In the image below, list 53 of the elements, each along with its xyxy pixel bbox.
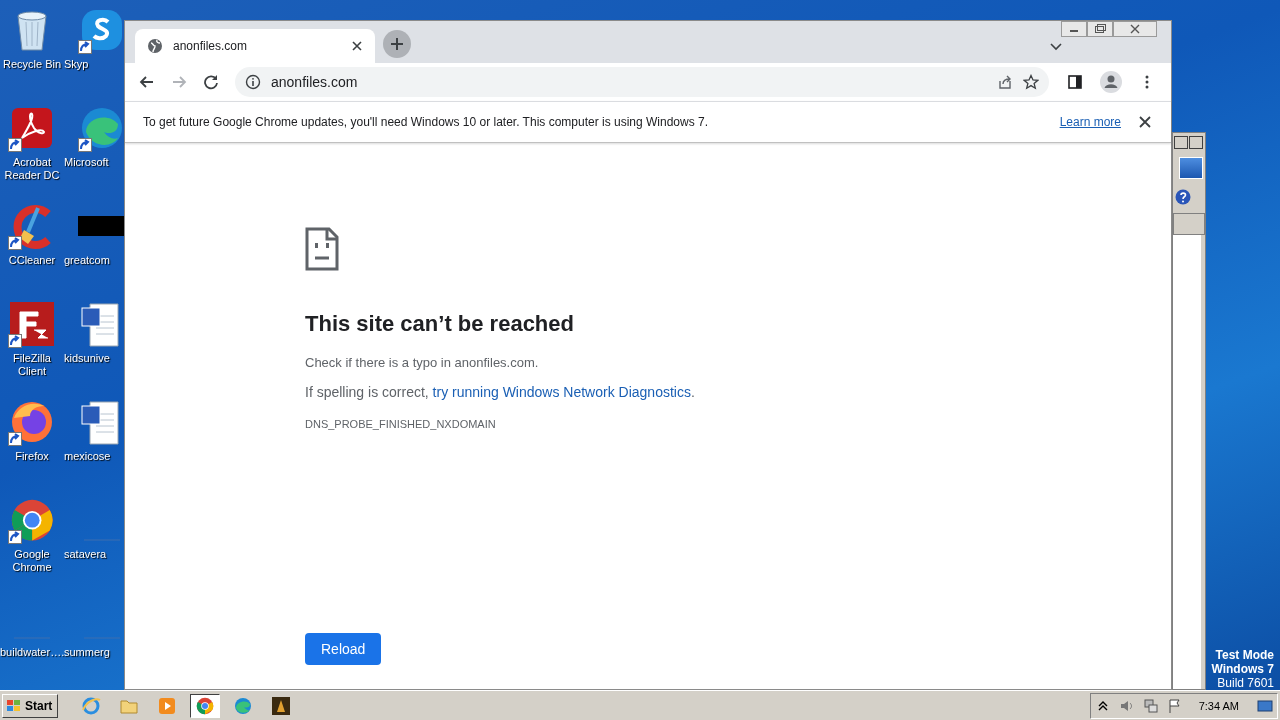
flag-icon[interactable] (1166, 697, 1183, 714)
desktop-icon-label: Firefox (14, 450, 50, 463)
address-bar[interactable]: anonfiles.com (235, 67, 1049, 97)
new-tab-button[interactable] (383, 30, 411, 58)
info-icon[interactable] (245, 74, 261, 90)
desktop-icon-label: satavera (64, 548, 107, 561)
network-icon[interactable] (1142, 697, 1159, 714)
desktop-icon-label: Recycle Bin (1, 58, 63, 71)
back-arrow-icon[interactable] (139, 74, 155, 90)
desktop-icon-label: Acrobat Reader DC (3, 156, 61, 182)
error-heading: This site can’t be reached (305, 311, 574, 337)
desktop-icon-label: summerg (64, 646, 110, 659)
test-mode-text: Windows 7 (1211, 662, 1274, 676)
restore-icon (1094, 24, 1106, 34)
test-mode-text: Test Mode (1215, 648, 1274, 662)
diagnostics-link[interactable]: try running Windows Network Diagnostics (432, 384, 691, 400)
close-icon[interactable] (1137, 114, 1153, 130)
windows-logo-icon (6, 698, 22, 713)
browser-tab[interactable]: anonfiles.com (135, 29, 375, 63)
desktop-icon-label: FileZilla Client (12, 352, 52, 378)
maximize-button[interactable] (1174, 136, 1188, 149)
taskbar-app-icon[interactable] (190, 693, 221, 718)
reload-button[interactable]: Reload (305, 633, 382, 665)
restore-button[interactable] (1087, 21, 1113, 37)
error-suggestion: If spelling is correct, try running Windows Network Diagnostics. (305, 384, 695, 400)
sad-page-icon (305, 227, 339, 271)
help-icon[interactable] (1175, 189, 1191, 205)
plus-icon (389, 36, 405, 52)
desktop-icon-label: Google Chrome (11, 548, 53, 574)
search-button[interactable] (1179, 157, 1203, 179)
desktop-icon-label: greatcom (64, 254, 110, 267)
desktop-icon-label: mexicose (64, 450, 111, 463)
start-button[interactable]: Start (2, 693, 59, 718)
star-icon[interactable] (1023, 74, 1039, 90)
update-message: To get future Google Chrome updates, you'll need Windows 10 or later. This computer is using Windows 7. (143, 115, 710, 129)
close-icon (1130, 24, 1140, 34)
desktop-icon-label: Microsoft (64, 156, 109, 169)
desktop-icon-label: buildwater…. (0, 646, 64, 659)
desktop-icon-label: kidsunive (64, 352, 110, 365)
close-button[interactable] (1189, 136, 1203, 149)
share-icon[interactable] (997, 74, 1013, 90)
close-button[interactable] (1113, 21, 1157, 37)
globe-icon (147, 38, 163, 54)
show-desktop-icon[interactable] (1257, 697, 1273, 714)
learn-more-link[interactable]: Learn more (1059, 115, 1121, 129)
error-code: DNS_PROBE_FINISHED_NXDOMAIN (305, 418, 496, 430)
desktop-icon-label: CCleaner (7, 254, 57, 267)
clock[interactable]: 7:34 AM (1198, 699, 1239, 712)
test-mode-text: Build 7601 (1217, 676, 1274, 690)
error-hint: Check if there is a typo in anonfiles.com. (305, 355, 539, 370)
desktop-icon-label: Skyp (64, 58, 89, 71)
minimize-button[interactable] (1061, 21, 1087, 37)
reload-icon[interactable] (203, 74, 219, 90)
